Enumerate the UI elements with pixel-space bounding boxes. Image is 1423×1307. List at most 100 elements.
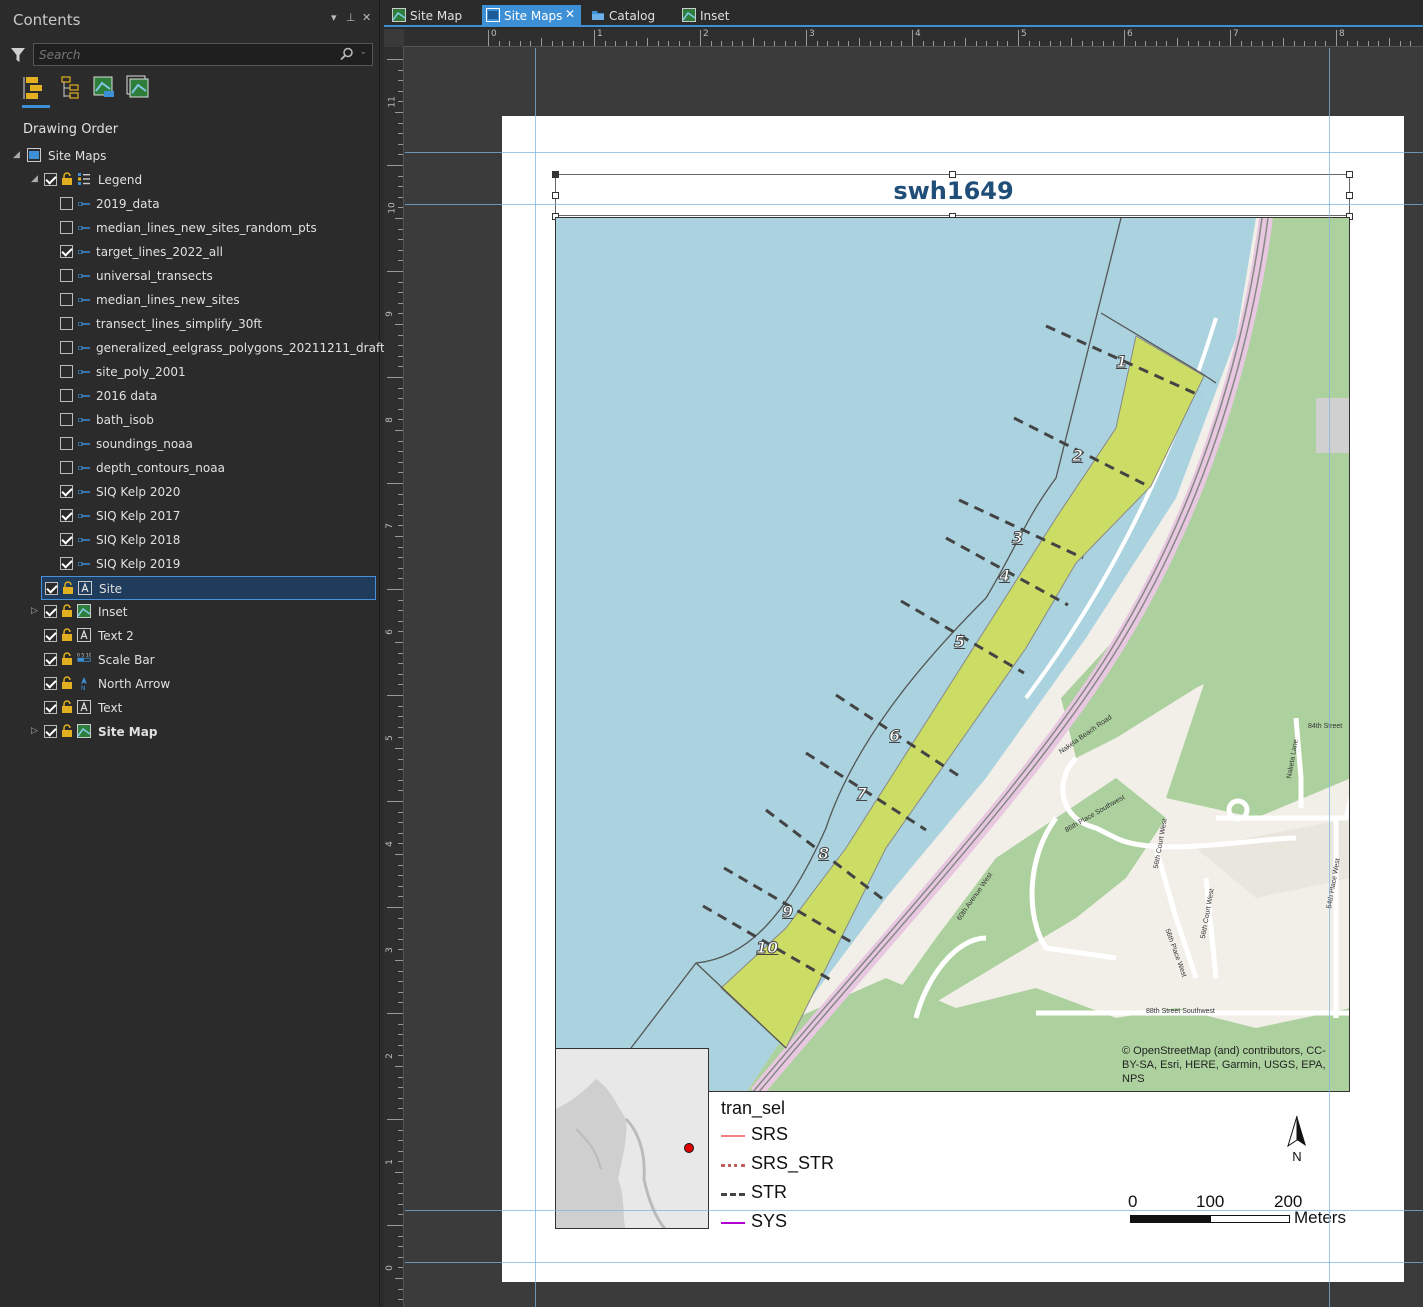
tree-item-2019-data[interactable]: 2019_data [0,192,378,216]
collapse-arrow-icon[interactable]: ◢ [13,150,20,160]
search-icon[interactable] [340,47,354,61]
tree-item-2016-data[interactable]: 2016 data [0,384,378,408]
visibility-checkbox[interactable] [44,605,57,618]
layout-view[interactable]: 012345678 11 10 9 8 7 6 5 4 3 2 1 0 swh1649 [384,29,1423,1307]
tree-item-depth-contours-noaa[interactable]: depth_contours_noaa [0,456,378,480]
collapse-arrow-icon[interactable]: ◢ [31,174,38,184]
list-by-drawing-order-tab[interactable] [20,73,50,108]
tree-item-north-arrow[interactable]: N North Arrow [0,672,378,696]
horizontal-ruler[interactable]: 0 1 2 3 4 5 6 7 8 [404,29,1423,47]
tab-inset[interactable]: Inset [678,5,738,27]
filter-icon[interactable] [11,47,25,63]
tree-item-transect-lines-simplify-30ft[interactable]: transect_lines_simplify_30ft [0,312,378,336]
inset-map-frame[interactable] [555,1048,709,1229]
tree-item-median-lines-new-sites-random-pts[interactable]: median_lines_new_sites_random_pts [0,216,378,240]
expand-arrow-icon[interactable]: ▷ [31,726,38,736]
tree-item-scale-bar[interactable]: 0 5 10 Scale Bar [0,648,378,672]
tree-item-siq-kelp-2017[interactable]: SIQ Kelp 2017 [0,504,378,528]
expand-arrow-icon[interactable]: ▷ [31,606,38,616]
visibility-checkbox[interactable] [60,413,73,426]
visibility-checkbox[interactable] [60,485,73,498]
close-tab-icon[interactable]: ✕ [565,7,575,21]
tree-item-siq-kelp-2018[interactable]: SIQ Kelp 2018 [0,528,378,552]
visibility-checkbox[interactable] [60,389,73,402]
guide-line[interactable] [535,48,536,1307]
tree-item-universal-transects[interactable]: universal_transects [0,264,378,288]
tree-item-site-poly-2001[interactable]: site_poly_2001 [0,360,378,384]
selection-handle[interactable] [1346,171,1353,178]
visibility-checkbox[interactable] [44,725,57,738]
selection-handle[interactable] [552,171,559,178]
tree-item-target-lines-2022-all[interactable]: target_lines_2022_all [0,240,378,264]
vertical-ruler[interactable]: 11 10 9 8 7 6 5 4 3 2 1 0 [384,47,404,1307]
visibility-checkbox[interactable] [44,677,57,690]
unlock-icon[interactable] [61,724,73,738]
list-by-selection-tab[interactable] [56,73,86,107]
visibility-checkbox[interactable] [60,461,73,474]
visibility-checkbox[interactable] [44,629,57,642]
north-arrow[interactable]: N [1284,1114,1310,1166]
unlock-icon[interactable] [61,652,73,666]
tab-site-map[interactable]: Site Map [388,5,480,27]
search-input[interactable] [34,44,324,65]
guide-line[interactable] [405,1210,1423,1211]
layout-canvas[interactable]: swh1649 1 2 3 4 5 6 7 8 9 10 84th Street… [405,48,1423,1307]
visibility-checkbox[interactable] [60,437,73,450]
visibility-checkbox[interactable] [60,197,73,210]
site-map-frame[interactable]: 1 2 3 4 5 6 7 8 9 10 84th Street Naketa Beach Road… [555,217,1350,1092]
visibility-checkbox[interactable] [60,269,73,282]
unlock-icon[interactable] [61,628,73,642]
guide-line[interactable] [405,1262,1423,1263]
tree-item-generalized-eelgrass-polygons-20211211-draftv2[interactable]: generalized_eelgrass_polygons_20211211_d… [0,336,399,360]
visibility-checkbox[interactable] [44,701,57,714]
visibility-checkbox[interactable] [44,173,57,186]
visibility-checkbox[interactable] [60,365,73,378]
close-pane-icon[interactable]: ✕ [362,11,371,24]
selection-handle[interactable] [1346,192,1353,199]
tree-item-legend[interactable]: ◢ Legend [0,168,378,192]
layouts-view-tab[interactable] [124,73,154,107]
visibility-checkbox[interactable] [44,653,57,666]
tree-root-site-maps[interactable]: ◢ Site Maps [0,144,378,168]
tab-site-maps[interactable]: Site Maps ✕ [482,5,581,27]
selection-handle[interactable] [949,171,956,178]
visibility-checkbox[interactable] [60,245,73,258]
tree-item-site[interactable]: Site [41,576,376,600]
tree-item-site-map[interactable]: ▷ Site Map [0,720,378,744]
unlock-icon[interactable] [61,604,73,618]
tree-item-bath-isob[interactable]: bath_isob [0,408,378,432]
pin-icon[interactable]: ⊥ [346,11,356,24]
visibility-checkbox[interactable] [60,557,73,570]
tab-catalog[interactable]: Catalog [587,5,667,27]
tree-item-inset[interactable]: ▷ Inset [0,600,378,624]
tree-item-soundings-noaa[interactable]: soundings_noaa [0,432,378,456]
visibility-checkbox[interactable] [45,582,58,595]
tree-item-median-lines-new-sites[interactable]: median_lines_new_sites [0,288,378,312]
visibility-checkbox[interactable] [60,341,73,354]
pane-options-icon[interactable]: ▾ [331,11,337,24]
guide-line[interactable] [405,152,1423,153]
selection-handle[interactable] [552,192,559,199]
legend[interactable]: tran_sel SRS SRS_STR STR SYS [721,1098,921,1238]
visibility-checkbox[interactable] [60,221,73,234]
visibility-checkbox[interactable] [60,293,73,306]
visibility-checkbox[interactable] [60,533,73,546]
ruler-tick [1166,41,1168,46]
guide-line[interactable] [405,204,1423,205]
unlock-icon[interactable] [61,700,73,714]
visibility-checkbox[interactable] [60,509,73,522]
unlock-icon[interactable] [61,676,73,690]
tree-item-text-2[interactable]: Text 2 [0,624,378,648]
scale-bar[interactable]: 0 100 200 Meters [1128,1192,1358,1232]
unlock-icon[interactable] [62,581,74,595]
tree-item-siq-kelp-2020[interactable]: SIQ Kelp 2020 [0,480,378,504]
title-text-element[interactable]: swh1649 [555,174,1350,216]
layout-page[interactable]: swh1649 1 2 3 4 5 6 7 8 9 10 84th Street… [502,116,1404,1282]
unlock-icon[interactable] [61,172,73,186]
tree-item-text[interactable]: Text [0,696,378,720]
tree-item-siq-kelp-2019[interactable]: SIQ Kelp 2019 [0,552,378,576]
guide-line[interactable] [1329,48,1330,1307]
visibility-checkbox[interactable] [60,317,73,330]
map-frame-view-tab[interactable] [90,73,120,107]
search-options-icon[interactable]: ⌄ [359,47,367,57]
